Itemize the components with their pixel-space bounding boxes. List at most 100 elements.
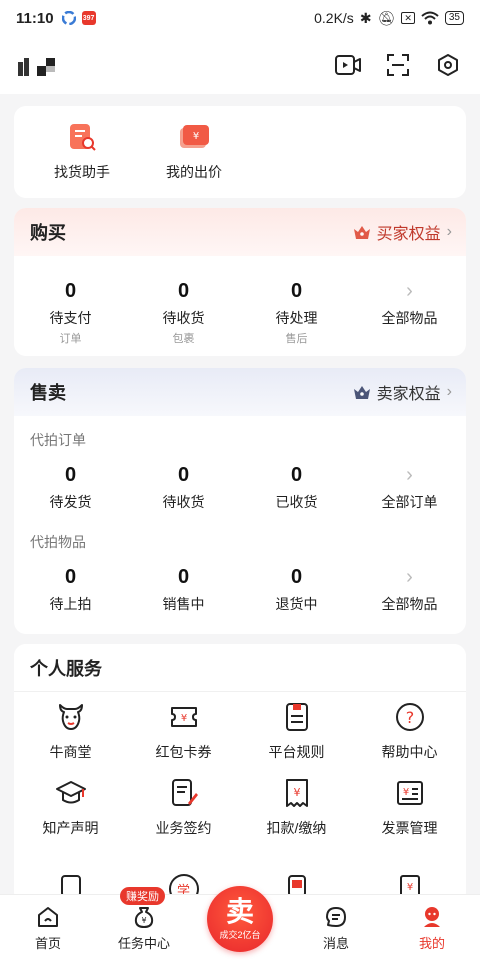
stat-all-orders[interactable]: › 全部订单: [353, 462, 466, 512]
svg-text:¥: ¥: [180, 713, 186, 724]
stat-label: 全部物品: [381, 596, 438, 612]
sell-button[interactable]: 卖 成交2亿台: [207, 886, 273, 952]
service-label: 牛商堂: [49, 744, 92, 760]
svg-text:?: ?: [405, 708, 414, 727]
order-doc-icon: [287, 875, 306, 894]
stat-to-ship[interactable]: 0 待发货: [14, 462, 127, 512]
service-label: 业务签约: [155, 820, 212, 836]
graduation-cap-icon: [55, 781, 86, 804]
invoice-icon: ¥: [396, 781, 423, 805]
stat-label: 全部订单: [381, 494, 438, 510]
stat-value: 0: [64, 464, 77, 486]
scan-button[interactable]: [384, 51, 412, 79]
bull-icon: [58, 704, 83, 730]
buyer-rights-label: 买家权益: [376, 226, 441, 243]
coupon-icon: ¥: [170, 707, 197, 727]
tool-label: 我的出价: [166, 164, 222, 180]
service-platform-rules[interactable]: 平台规则: [240, 700, 353, 762]
home-icon: [38, 907, 58, 927]
tool-find-goods[interactable]: 找货助手: [26, 106, 138, 198]
buyer-rights-link[interactable]: 买家权益 ›: [353, 220, 452, 244]
sell-button-label: 卖: [225, 895, 254, 927]
status-app-icons: 397: [61, 11, 96, 25]
service-contract[interactable]: 业务签约: [127, 776, 240, 838]
stat-label: 全部物品: [381, 310, 438, 326]
chevron-right-icon: ›: [446, 383, 452, 400]
bluetooth-icon: ✱: [359, 9, 372, 26]
crown-icon: [353, 226, 370, 239]
buy-title: 购买: [30, 223, 66, 243]
service-label: 知产声明: [42, 820, 99, 836]
tool-my-bids[interactable]: ¥ 我的出价: [138, 106, 250, 198]
stat-label: 待上拍: [49, 596, 92, 612]
stat-label: 待处理: [275, 310, 318, 326]
service-label: 红包卡券: [155, 744, 212, 760]
svg-text:¥: ¥: [193, 131, 199, 142]
stat-label: 待支付: [49, 310, 92, 326]
services-title: 个人服务: [30, 658, 102, 679]
stat-value: 0: [64, 280, 77, 302]
service-coupons[interactable]: ¥ 红包卡券: [127, 700, 240, 762]
money-bag-icon: ¥: [134, 907, 154, 928]
crown-icon: [353, 386, 370, 399]
stat-on-sale[interactable]: 0 销售中: [127, 564, 240, 614]
wifi-icon: [421, 11, 439, 25]
scroll-content[interactable]: 找货助手 ¥ 我的出价 购买 买家权益 › 0 待支付 订单 0 待收货 包裹 …: [0, 94, 480, 894]
services-card: 个人服务 牛商堂 ¥ 红包卡券 平台规则 ? 帮助中心 知产声明 业务签约 ¥ …: [14, 644, 466, 894]
tab-home[interactable]: 首页: [0, 895, 96, 960]
tab-mine[interactable]: 我的: [384, 895, 480, 960]
tab-label: 任务中心: [117, 936, 170, 951]
chevron-right-icon: ›: [406, 566, 413, 588]
service-ip-statement[interactable]: 知产声明: [14, 776, 127, 838]
header: [0, 36, 480, 94]
service-bull-hall[interactable]: 牛商堂: [14, 700, 127, 762]
stat-received[interactable]: 0 已收货: [240, 462, 353, 512]
settings-icon: [438, 54, 458, 76]
stat-value: 0: [177, 566, 190, 588]
status-right: 0.2K/s ✱ 🔕︎ ✕ 35: [314, 10, 464, 27]
svg-text:¥: ¥: [293, 786, 300, 799]
list-doc-icon: [60, 875, 81, 894]
svg-text:¥: ¥: [141, 916, 146, 925]
service-invoice[interactable]: ¥ 发票管理: [353, 776, 466, 838]
service-label: 帮助中心: [381, 744, 438, 760]
stat-all-items[interactable]: › 全部物品: [353, 278, 466, 346]
tab-label: 首页: [34, 936, 61, 951]
stat-sub: 订单: [59, 333, 82, 345]
settings-button[interactable]: [434, 51, 462, 79]
tab-task-center[interactable]: 赚奖励 ¥ 任务中心: [96, 887, 192, 960]
sell-button-subtitle: 成交2亿台: [219, 929, 261, 940]
battery-indicator: 35: [444, 11, 464, 25]
seller-rights-link[interactable]: 卖家权益 ›: [353, 380, 452, 404]
service-help-center[interactable]: ? 帮助中心: [353, 700, 466, 762]
stat-to-receive[interactable]: 0 待收货: [127, 462, 240, 512]
reward-badge: 赚奖励: [120, 887, 165, 905]
stat-value: 0: [64, 566, 77, 588]
stat-value: 0: [290, 280, 303, 302]
service-label: 扣款/缴纳: [266, 820, 327, 836]
bid-wallet-icon: ¥: [180, 125, 209, 148]
stat-pending-handling[interactable]: 0 待处理 售后: [240, 278, 353, 346]
stat-value: 0: [290, 464, 303, 486]
app-logo: [18, 54, 58, 76]
status-time: 11:10: [16, 9, 54, 27]
tab-messages[interactable]: 消息: [288, 895, 384, 960]
sell-title: 售卖: [30, 383, 66, 403]
buy-header: 购买 买家权益 ›: [14, 208, 466, 256]
stat-returning[interactable]: 0 退货中: [240, 564, 353, 614]
stat-to-list[interactable]: 0 待上拍: [14, 564, 127, 614]
tab-label: 我的: [418, 936, 445, 951]
stat-sub: 包裹: [172, 333, 195, 345]
logo-icon: [18, 58, 55, 76]
stat-all-goods[interactable]: › 全部物品: [353, 564, 466, 614]
stat-pending-payment[interactable]: 0 待支付 订单: [14, 278, 127, 346]
app-badge-icon: 397: [81, 11, 96, 25]
video-button[interactable]: [334, 51, 362, 79]
buy-stats: 0 待支付 订单 0 待收货 包裹 0 待处理 售后 › 全部物品: [14, 256, 466, 346]
stat-pending-receipt[interactable]: 0 待收货 包裹: [127, 278, 240, 346]
service-payment[interactable]: ¥ 扣款/缴纳: [240, 776, 353, 838]
chevron-right-icon: ›: [406, 280, 413, 302]
service-label: 发票管理: [381, 820, 438, 836]
services-header: 个人服务: [14, 644, 466, 692]
chevron-right-icon: ›: [406, 464, 413, 486]
